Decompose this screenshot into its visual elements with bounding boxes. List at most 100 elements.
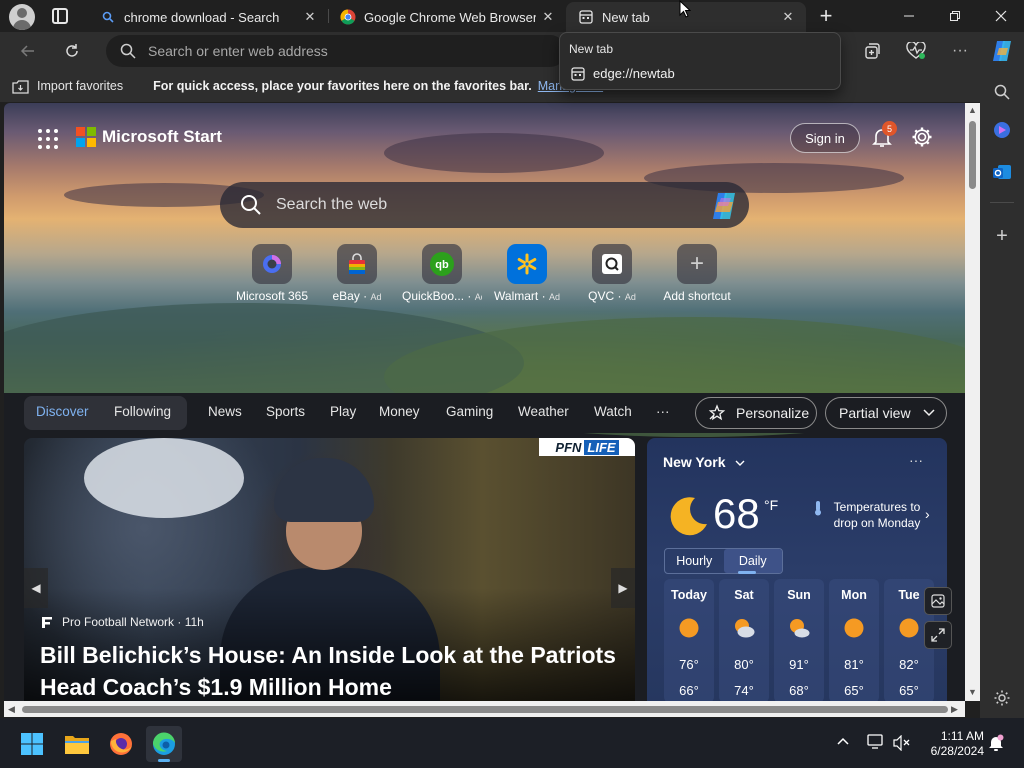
shortcut-microsoft-365[interactable]: Microsoft 365 — [232, 244, 312, 303]
ad-label: Ad — [624, 292, 636, 302]
nav-play[interactable]: Play — [330, 404, 356, 419]
forecast-day[interactable]: Sun 91° 68° — [774, 579, 824, 701]
shortcut-walmart[interactable]: Walmart · Ad — [487, 244, 567, 303]
nav-weather[interactable]: Weather — [518, 404, 569, 419]
hourly-tab[interactable]: Hourly — [665, 549, 724, 573]
personalize-button[interactable]: Personalize — [695, 397, 817, 429]
refresh-button[interactable] — [58, 37, 86, 65]
close-tab-icon[interactable]: ✕ — [298, 5, 322, 29]
scroll-right-arrow[interactable]: ▶ — [951, 704, 958, 715]
tab-google-chrome[interactable]: Google Chrome Web Browser ✕ — [328, 2, 566, 32]
chevron-right-icon[interactable]: › — [925, 506, 930, 522]
shortcut-quickbooks[interactable]: qb QuickBoo... · Ad — [402, 244, 482, 303]
weather-alert[interactable]: Temperatures to drop on Monday — [829, 499, 925, 531]
chevron-down-icon — [923, 409, 935, 417]
display-icon[interactable] — [867, 734, 885, 755]
speaker-muted-icon[interactable] — [893, 734, 911, 756]
weather-card[interactable]: New York ··· 68 °F Temperatures to drop … — [647, 438, 947, 701]
carousel-previous-button[interactable]: ◀ — [24, 568, 48, 608]
daily-tab[interactable]: Daily — [723, 549, 782, 574]
sign-in-button[interactable]: Sign in — [790, 123, 860, 153]
page-settings-gear-icon[interactable] — [910, 125, 934, 149]
scroll-up-arrow[interactable]: ▲ — [968, 105, 977, 115]
weather-city: New York — [663, 454, 726, 470]
nav-money[interactable]: Money — [379, 404, 420, 419]
tab-actions-icon[interactable] — [52, 8, 68, 24]
svg-text:qb: qb — [435, 259, 449, 271]
carousel-next-button[interactable]: ▶ — [611, 568, 635, 608]
nav-sports[interactable]: Sports — [266, 404, 305, 419]
change-background-button[interactable] — [924, 587, 952, 615]
shortcut-qvc[interactable]: QVC · Ad — [572, 244, 652, 303]
vertical-scrollbar[interactable]: ▲ ▼ — [965, 103, 980, 701]
news-headline[interactable]: Bill Belichick’s House: An Inside Look a… — [40, 639, 620, 701]
notification-bell-icon[interactable] — [988, 734, 1004, 757]
sidebar-settings-icon[interactable] — [990, 686, 1014, 710]
forecast-day[interactable]: Sat 80° 74° — [719, 579, 769, 701]
nav-news[interactable]: News — [208, 404, 242, 419]
weather-more-options[interactable]: ··· — [909, 452, 923, 468]
sidebar-search-icon[interactable] — [990, 80, 1014, 104]
forecast-low: 66° — [679, 683, 699, 698]
horizontal-scrollbar[interactable]: ◀ ▶ — [4, 701, 965, 717]
sidebar-outlook-icon[interactable] — [990, 160, 1014, 184]
close-tab-icon[interactable]: ✕ — [776, 5, 800, 29]
sidebar-divider — [990, 202, 1014, 203]
horizontal-scroll-thumb[interactable] — [22, 706, 948, 713]
tab-chrome-download-search[interactable]: chrome download - Search ✕ — [88, 2, 328, 32]
firefox-icon[interactable] — [103, 726, 139, 762]
partial-view-dropdown[interactable]: Partial view — [825, 397, 947, 429]
weather-city-selector[interactable]: New York — [663, 454, 745, 470]
new-tab-button[interactable]: + — [806, 0, 846, 32]
profile-avatar[interactable] — [9, 4, 35, 30]
temperature-unit[interactable]: °F — [764, 497, 778, 513]
nav-discover[interactable]: Discover — [36, 404, 89, 419]
shortcut-ebay[interactable]: eBay · Ad — [317, 244, 397, 303]
scroll-left-arrow[interactable]: ◀ — [8, 704, 15, 715]
chevron-down-icon — [735, 460, 745, 466]
expand-view-button[interactable] — [924, 621, 952, 649]
nav-following[interactable]: Following — [114, 404, 171, 419]
system-clock[interactable]: 1:11 AM 6/28/2024 — [918, 729, 984, 759]
add-shortcut-button[interactable]: + Add shortcut — [657, 244, 737, 303]
browser-essentials-icon[interactable] — [902, 37, 930, 65]
close-window-button[interactable] — [978, 0, 1024, 32]
minimize-button[interactable] — [886, 0, 932, 32]
news-card[interactable]: PFN LIFE ◀ ▶ Pro Football Network · 11h … — [24, 438, 635, 701]
import-favorites-button[interactable]: Import favorites — [12, 79, 123, 94]
settings-and-more-icon[interactable]: ··· — [946, 37, 974, 65]
forecast-toggle: Hourly Daily — [664, 548, 783, 574]
sidebar-add-icon[interactable]: + — [990, 224, 1014, 248]
copilot-icon[interactable] — [709, 190, 741, 222]
life-logo-text: LIFE — [584, 439, 619, 455]
restore-button[interactable] — [932, 0, 978, 32]
vertical-scroll-thumb[interactable] — [969, 121, 976, 189]
shortcut-label: QVC · Ad — [588, 289, 636, 303]
edge-sidebar: + — [980, 70, 1024, 718]
close-tab-icon[interactable]: ✕ — [536, 5, 560, 29]
hover-card-url[interactable]: edge://newtab — [571, 66, 675, 81]
forecast-day[interactable]: Mon 81° 65° — [829, 579, 879, 701]
forecast-day[interactable]: Today 76° 66° — [664, 579, 714, 701]
forecast-day-name: Sat — [734, 588, 754, 602]
collections-icon[interactable] — [858, 37, 886, 65]
web-search-box[interactable]: Search the web — [220, 182, 749, 228]
address-bar[interactable]: Search or enter web address — [106, 35, 566, 67]
forecast-high: 80° — [734, 657, 754, 672]
nav-watch[interactable]: Watch — [594, 404, 632, 419]
sun-icon — [899, 618, 919, 638]
apps-launcher-icon[interactable] — [38, 129, 58, 149]
back-button[interactable] — [14, 37, 42, 65]
sidebar-copilot-icon[interactable] — [990, 118, 1014, 142]
nav-more[interactable]: ··· — [656, 404, 670, 419]
brand-title[interactable]: Microsoft Start — [102, 127, 222, 147]
windows-start-icon[interactable] — [14, 726, 50, 762]
file-explorer-icon[interactable] — [59, 726, 95, 762]
shortcut-tile — [252, 244, 292, 284]
scroll-down-arrow[interactable]: ▼ — [968, 687, 977, 697]
edge-taskbar-icon[interactable] — [146, 726, 182, 762]
copilot-icon[interactable] — [988, 37, 1016, 65]
show-hidden-icons-chevron[interactable] — [836, 734, 850, 749]
hover-card-title: New tab — [569, 42, 614, 56]
nav-gaming[interactable]: Gaming — [446, 404, 493, 419]
